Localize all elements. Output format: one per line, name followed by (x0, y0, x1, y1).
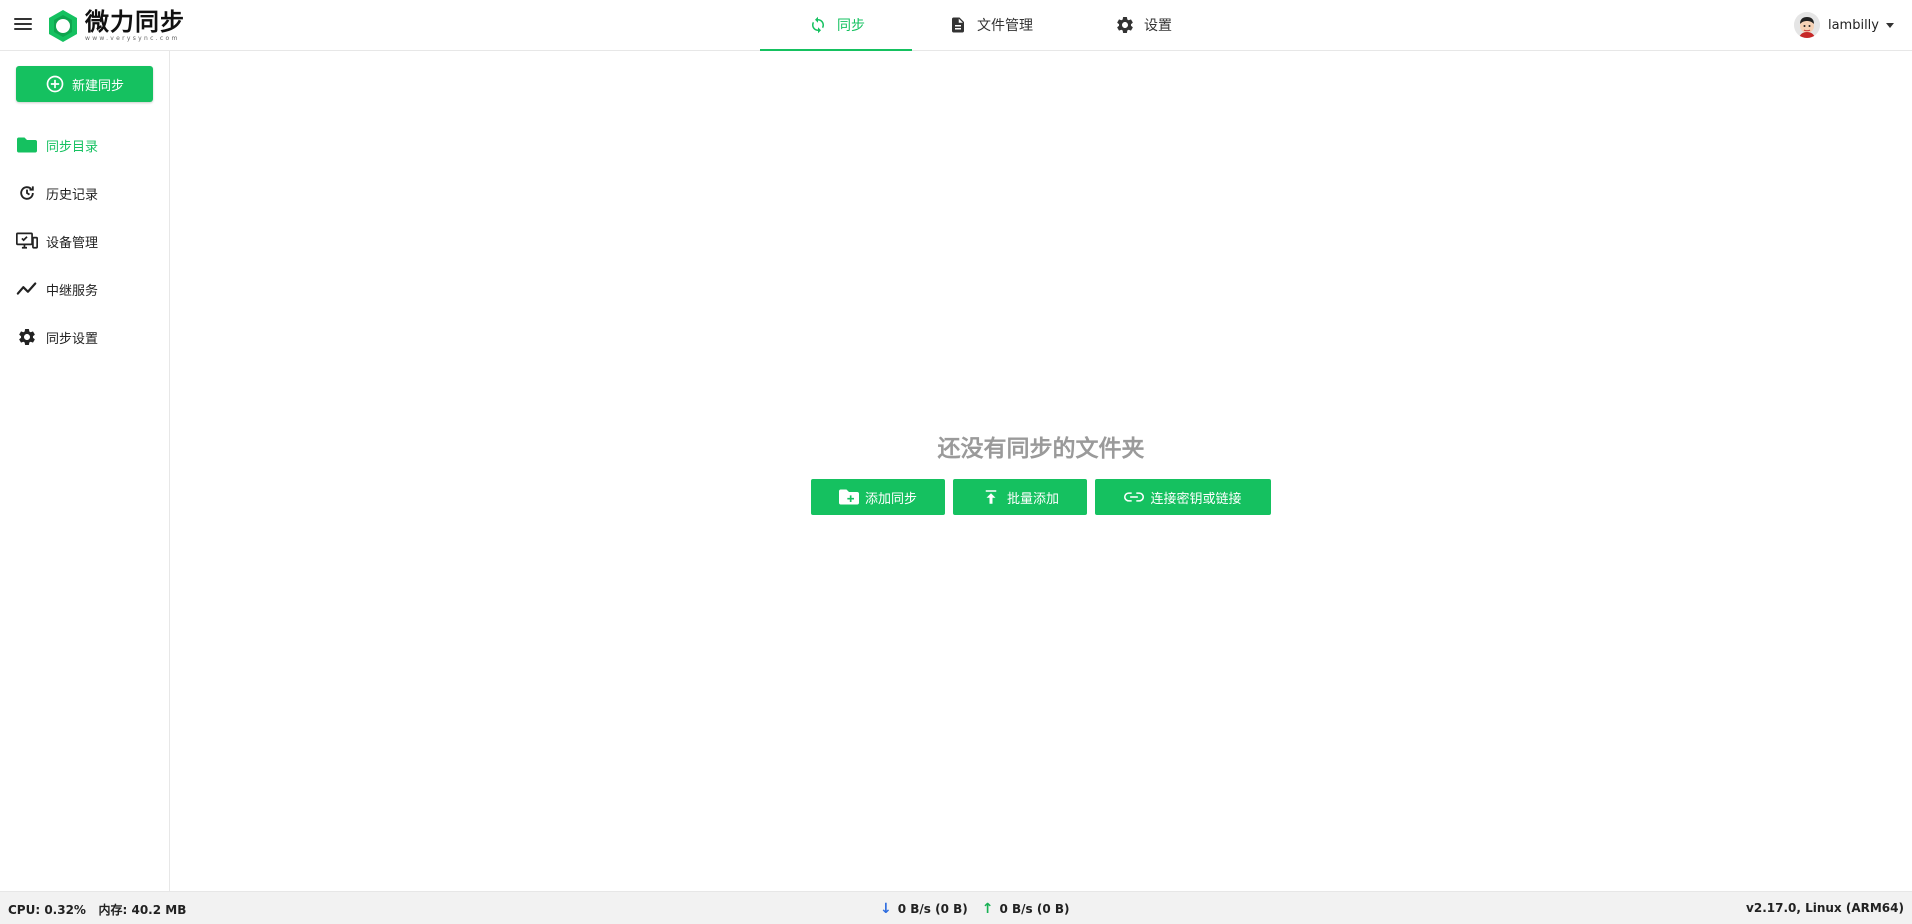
tab-sync[interactable]: 同步 (760, 0, 912, 51)
empty-title: 还没有同步的文件夹 (937, 436, 1145, 462)
link-icon (1124, 487, 1145, 507)
folder-icon (16, 134, 38, 156)
app-window: 微力同步 www.verysync.com 同步 文件管理 设置 lambill… (0, 0, 1912, 924)
chevron-down-icon (1886, 22, 1894, 28)
sidebar: 新建同步 同步目录 历史记录 设备管理 中继服务 同步设置 (0, 51, 170, 891)
logo[interactable]: 微力同步 www.verysync.com (46, 6, 185, 46)
new-sync-label: 新建同步 (71, 78, 124, 94)
plus-circle-icon (45, 74, 65, 94)
file-icon (947, 14, 969, 36)
gear-icon (1114, 14, 1136, 36)
batch-add-button[interactable]: 批量添加 (953, 479, 1087, 515)
tab-settings-label: 设置 (1144, 18, 1172, 34)
arrow-up-icon: ↑ (981, 901, 994, 917)
upload-rate: 0 B/s (0 B) (999, 902, 1070, 916)
hamburger-menu-icon[interactable] (14, 15, 32, 33)
sync-icon (807, 14, 829, 36)
relay-icon (16, 278, 38, 300)
sidebar-item-label: 中继服务 (46, 283, 99, 299)
sidebar-item-label: 同步设置 (46, 331, 99, 347)
new-sync-button[interactable]: 新建同步 (16, 66, 153, 102)
sidebar-item-devices[interactable]: 设备管理 (0, 217, 170, 265)
sidebar-item-relay[interactable]: 中继服务 (0, 265, 170, 313)
user-name: lambilly (1827, 17, 1879, 33)
folder-plus-icon (838, 487, 859, 507)
top-bar: 微力同步 www.verysync.com 同步 文件管理 设置 lambill… (0, 0, 1912, 51)
user-menu[interactable]: lambilly (1793, 12, 1894, 38)
tab-file-manager-label: 文件管理 (977, 18, 1033, 34)
history-icon (16, 182, 38, 204)
sidebar-item-sync-folders[interactable]: 同步目录 (0, 121, 170, 169)
status-bar: CPU: 0.32% 内存: 40.2 MB ↓ 0 B/s (0 B) ↑ 0… (0, 891, 1912, 924)
add-sync-label: 添加同步 (864, 491, 917, 507)
connect-key-button[interactable]: 连接密钥或链接 (1095, 479, 1271, 515)
cpu-usage: CPU: 0.32% (8, 903, 86, 917)
arrow-down-icon: ↓ (880, 901, 892, 917)
upload-icon (981, 487, 1001, 507)
tab-sync-label: 同步 (837, 18, 865, 34)
download-rate: 0 B/s (0 B) (897, 902, 968, 916)
sidebar-item-label: 历史记录 (46, 187, 99, 203)
main-empty-state: 还没有同步的文件夹 添加同步 批量添加 连接密钥或链接 (170, 51, 1912, 891)
version-info: v2.17.0, Linux (ARM64) (1746, 901, 1904, 915)
logo-subtitle: www.verysync.com (85, 35, 180, 42)
logo-hexagon-icon (49, 10, 77, 42)
gear-icon (16, 326, 38, 348)
memory-usage: 内存: 40.2 MB (98, 903, 187, 917)
transfer-rates: ↓ 0 B/s (0 B) ↑ 0 B/s (0 B) (880, 901, 1070, 917)
empty-actions: 添加同步 批量添加 连接密钥或链接 (170, 479, 1912, 515)
sidebar-item-sync-settings[interactable]: 同步设置 (0, 313, 170, 361)
avatar (1793, 12, 1820, 38)
add-sync-button[interactable]: 添加同步 (811, 479, 945, 515)
device-icon (16, 230, 38, 252)
tab-file-manager[interactable]: 文件管理 (912, 0, 1068, 50)
logo-title: 微力同步 (85, 8, 185, 36)
connect-key-label: 连接密钥或链接 (1150, 491, 1242, 507)
sidebar-list: 同步目录 历史记录 设备管理 中继服务 同步设置 (0, 121, 170, 361)
resource-usage: CPU: 0.32% 内存: 40.2 MB (8, 901, 186, 918)
sidebar-item-label: 设备管理 (46, 235, 99, 251)
sidebar-item-history[interactable]: 历史记录 (0, 169, 170, 217)
batch-add-label: 批量添加 (1006, 491, 1059, 507)
nav-tabs: 同步 文件管理 设置 (760, 0, 1218, 51)
tab-settings[interactable]: 设置 (1068, 0, 1218, 50)
sidebar-item-label: 同步目录 (46, 139, 99, 155)
